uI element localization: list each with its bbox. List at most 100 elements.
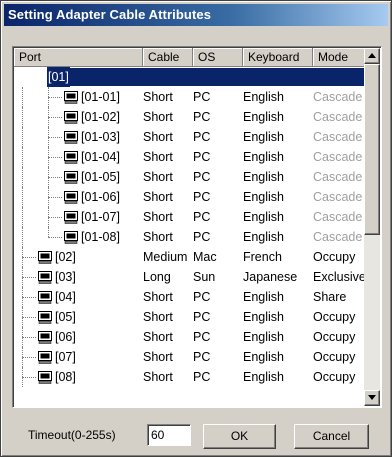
- keyboard-cell[interactable]: English: [243, 127, 284, 147]
- mode-cell[interactable]: Cascade: [313, 127, 362, 147]
- column-header-os[interactable]: OS: [193, 48, 243, 67]
- os-cell[interactable]: Sun: [193, 267, 215, 287]
- os-cell[interactable]: PC: [193, 327, 210, 347]
- keyboard-cell[interactable]: Japanese: [243, 267, 297, 287]
- arrow-up-icon: [368, 53, 376, 58]
- os-cell[interactable]: PC: [193, 287, 210, 307]
- ok-button[interactable]: OK: [203, 424, 276, 449]
- mode-cell[interactable]: Occupy: [313, 347, 355, 367]
- os-cell[interactable]: PC: [193, 167, 210, 187]
- os-cell[interactable]: Mac: [193, 247, 217, 267]
- os-cell[interactable]: PC: [193, 107, 210, 127]
- os-cell[interactable]: PC: [193, 147, 210, 167]
- cable-cell[interactable]: Short: [143, 167, 173, 187]
- mode-cell[interactable]: Cascade: [313, 187, 362, 207]
- tree-branch-line: [48, 227, 49, 237]
- table-row[interactable]: [04] Short PC English Share: [14, 287, 365, 307]
- tree-branch-line: [48, 177, 62, 178]
- collapse-toggle-icon[interactable]: −: [18, 71, 27, 81]
- cable-cell[interactable]: Short: [143, 187, 173, 207]
- keyboard-cell[interactable]: French: [243, 247, 282, 267]
- table-row[interactable]: [01-08] Short PC English Cascade: [14, 227, 365, 247]
- cable-cell[interactable]: Long: [143, 267, 171, 287]
- keyboard-cell[interactable]: English: [243, 227, 284, 247]
- cable-cell[interactable]: Short: [143, 107, 173, 127]
- column-header-cable[interactable]: Cable: [143, 48, 193, 67]
- cable-cell[interactable]: Short: [143, 287, 173, 307]
- keyboard-cell[interactable]: English: [243, 167, 284, 187]
- cable-cell[interactable]: Short: [143, 307, 173, 327]
- vertical-scrollbar[interactable]: [364, 48, 380, 406]
- os-cell[interactable]: PC: [193, 227, 210, 247]
- mode-cell[interactable]: Occupy: [313, 247, 355, 267]
- keyboard-cell[interactable]: English: [243, 187, 284, 207]
- window-title[interactable]: Setting Adapter Cable Attributes: [4, 4, 388, 26]
- keyboard-cell[interactable]: English: [243, 307, 284, 327]
- os-cell[interactable]: PC: [193, 207, 210, 227]
- column-header-port[interactable]: Port: [14, 48, 143, 67]
- cable-cell[interactable]: Short: [143, 327, 173, 347]
- tree-branch-line: [22, 187, 23, 207]
- keyboard-cell[interactable]: English: [243, 87, 284, 107]
- table-row[interactable]: [01-07] Short PC English Cascade: [14, 207, 365, 227]
- os-cell[interactable]: PC: [193, 187, 210, 207]
- os-cell[interactable]: PC: [193, 347, 210, 367]
- keyboard-cell[interactable]: English: [243, 147, 284, 167]
- mode-cell[interactable]: Cascade: [313, 147, 362, 167]
- column-header-mode[interactable]: Mode: [313, 48, 365, 67]
- scroll-up-button[interactable]: [364, 48, 380, 64]
- mode-cell[interactable]: Occupy: [313, 367, 355, 387]
- cable-cell[interactable]: Short: [143, 207, 173, 227]
- table-row[interactable]: [06] Short PC English Occupy: [14, 327, 365, 347]
- keyboard-cell[interactable]: English: [243, 347, 284, 367]
- tree-branch-line: [22, 147, 23, 167]
- table-row[interactable]: [01-05] Short PC English Cascade: [14, 167, 365, 187]
- table-row[interactable]: [01-04] Short PC English Cascade: [14, 147, 365, 167]
- table-row[interactable]: [01-03] Short PC English Cascade: [14, 127, 365, 147]
- os-cell[interactable]: PC: [193, 307, 210, 327]
- tree-branch-line: [22, 317, 36, 318]
- table-row[interactable]: [08] Short PC English Occupy: [14, 367, 365, 387]
- os-cell[interactable]: PC: [193, 87, 210, 107]
- cable-cell[interactable]: Short: [143, 347, 173, 367]
- cable-cell[interactable]: Short: [143, 87, 173, 107]
- mode-cell[interactable]: Cascade: [313, 87, 362, 107]
- mode-cell[interactable]: Occupy: [313, 307, 355, 327]
- table-row[interactable]: [05] Short PC English Occupy: [14, 307, 365, 327]
- mode-cell[interactable]: Share: [313, 287, 346, 307]
- port-label: [08]: [55, 370, 76, 384]
- table-row[interactable]: [01-01] Short PC English Cascade: [14, 87, 365, 107]
- table-row[interactable]: − [01]: [14, 67, 365, 87]
- table-row[interactable]: [07] Short PC English Occupy: [14, 347, 365, 367]
- cancel-button[interactable]: Cancel: [294, 424, 369, 449]
- port-list[interactable]: Port Cable OS Keyboard Mode − [01] [01-01]…: [12, 46, 382, 408]
- mode-cell[interactable]: Exclusive: [313, 267, 366, 287]
- mode-cell[interactable]: Cascade: [313, 167, 362, 187]
- mode-cell[interactable]: Cascade: [313, 207, 362, 227]
- mode-cell[interactable]: Cascade: [313, 227, 362, 247]
- os-cell[interactable]: PC: [193, 367, 210, 387]
- cable-cell[interactable]: Medium: [143, 247, 187, 267]
- port-label: [01]: [47, 67, 70, 87]
- port-label: [02]: [55, 250, 76, 264]
- scroll-down-button[interactable]: [364, 390, 380, 406]
- keyboard-cell[interactable]: English: [243, 367, 284, 387]
- mode-cell[interactable]: Cascade: [313, 107, 362, 127]
- cable-cell[interactable]: Short: [143, 227, 173, 247]
- keyboard-cell[interactable]: English: [243, 207, 284, 227]
- scrollbar-thumb[interactable]: [364, 64, 380, 235]
- table-row[interactable]: [01-02] Short PC English Cascade: [14, 107, 365, 127]
- mode-cell[interactable]: Occupy: [313, 327, 355, 347]
- table-row[interactable]: [03] Long Sun Japanese Exclusive: [14, 267, 366, 287]
- keyboard-cell[interactable]: English: [243, 107, 284, 127]
- cable-cell[interactable]: Short: [143, 367, 173, 387]
- column-header-keyboard[interactable]: Keyboard: [243, 48, 313, 67]
- cable-cell[interactable]: Short: [143, 127, 173, 147]
- cable-cell[interactable]: Short: [143, 147, 173, 167]
- keyboard-cell[interactable]: English: [243, 327, 284, 347]
- timeout-input[interactable]: [147, 424, 191, 446]
- keyboard-cell[interactable]: English: [243, 287, 284, 307]
- table-row[interactable]: [02] Medium Mac French Occupy: [14, 247, 365, 267]
- os-cell[interactable]: PC: [193, 127, 210, 147]
- table-row[interactable]: [01-06] Short PC English Cascade: [14, 187, 365, 207]
